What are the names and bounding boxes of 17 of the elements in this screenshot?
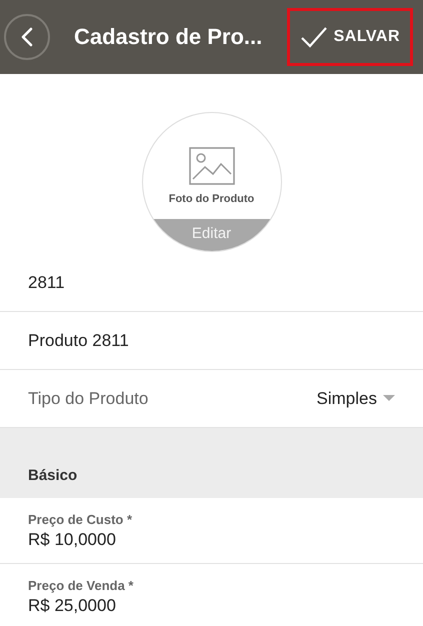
input-field[interactable]: 2811 (28, 272, 65, 292)
photo-caption: Foto do Produto (168, 193, 254, 205)
product-photo-placeholder[interactable]: Foto do Produto Editar (142, 112, 282, 252)
save-button[interactable]: SALVAR (286, 8, 413, 66)
field-label: Tipo do Produto (28, 388, 150, 408)
price-field[interactable]: R$ 10,0000 (28, 530, 395, 550)
input-field[interactable]: Produto 2811 (28, 330, 129, 350)
price-field[interactable]: R$ 25,0000 (28, 596, 395, 616)
field-label: Preço de Custo * (28, 512, 134, 526)
dropdown-caret-icon (383, 395, 395, 402)
image-icon (188, 147, 234, 185)
type-dropdown[interactable]: Simples (316, 388, 395, 408)
field-label: Preço de Venda * (28, 578, 134, 592)
back-button[interactable] (4, 14, 50, 60)
checkmark-icon (300, 26, 328, 48)
section-title: Básico (28, 467, 78, 484)
page-title: Cadastro de Pro... (74, 24, 264, 50)
